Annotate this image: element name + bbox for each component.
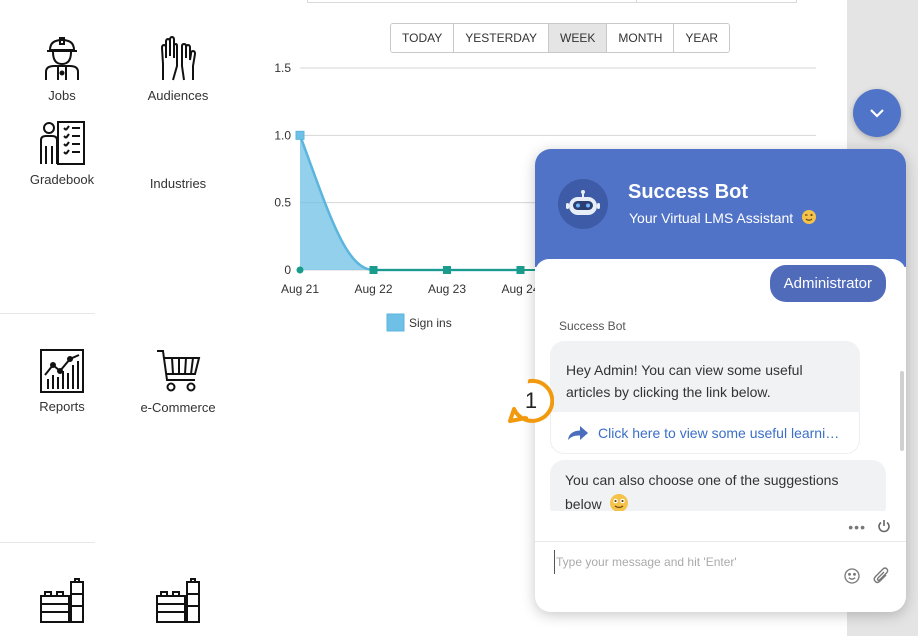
emoji-picker-icon[interactable] <box>844 568 860 584</box>
divider <box>0 313 95 314</box>
top-search-box <box>307 0 797 3</box>
bot-message-text: You can also choose one of the suggestio… <box>565 472 839 511</box>
legend-label: Sign ins <box>409 316 452 330</box>
audiences-tile[interactable]: Audiences <box>128 36 228 103</box>
bot-message-text: Hey Admin! You can view some useful arti… <box>566 362 803 400</box>
buildings-tile[interactable] <box>128 578 228 630</box>
attachment-icon[interactable] <box>873 567 889 585</box>
gradebook-tile[interactable]: Gradebook <box>12 120 112 187</box>
buildings-icon <box>40 578 84 623</box>
chat-tools: ••• <box>535 511 906 541</box>
industries-label: Industries <box>149 176 207 191</box>
jobs-tile[interactable]: Jobs <box>12 36 112 103</box>
y-tick-label: 0.5 <box>274 196 291 210</box>
range-today-button[interactable]: TODAY <box>391 24 455 52</box>
chat-messages: Administrator Success Bot Hey Admin! You… <box>535 259 906 511</box>
ecommerce-tile[interactable]: e-Commerce <box>128 348 228 415</box>
shopping-cart-icon <box>157 350 201 392</box>
divider <box>0 542 95 543</box>
data-point <box>443 266 451 274</box>
bot-message-card: Hey Admin! You can view some useful arti… <box>550 341 860 454</box>
chat-widget: Success Bot Your Virtual LMS Assistant A… <box>535 149 906 612</box>
legend-swatch <box>386 313 405 332</box>
buildings-icon <box>156 578 200 623</box>
chat-scrollbar[interactable] <box>900 371 904 451</box>
reports-label: Reports <box>39 399 85 414</box>
reports-tile[interactable]: Reports <box>12 349 112 414</box>
step-marker-number: 1 <box>525 388 537 413</box>
buildings-tile[interactable] <box>12 578 112 630</box>
chat-input-area <box>535 541 906 612</box>
x-tick-label: Aug 21 <box>281 282 319 296</box>
step-marker: 1 <box>508 378 554 423</box>
gradebook-label: Gradebook <box>29 172 95 187</box>
data-point <box>296 266 304 274</box>
bot-sender-label: Success Bot <box>559 319 626 333</box>
data-point <box>295 130 305 140</box>
range-yesterday-button[interactable]: YESTERDAY <box>454 24 550 52</box>
bot-subtitle: Your Virtual LMS Assistant <box>629 209 817 226</box>
y-tick-label: 1.0 <box>274 128 291 142</box>
jobs-label: Jobs <box>48 88 76 103</box>
articles-link[interactable]: Click here to view some useful learning … <box>550 412 860 454</box>
share-arrow-icon <box>568 425 588 440</box>
data-point <box>369 266 378 274</box>
chat-header: Success Bot Your Virtual LMS Assistant <box>535 149 906 267</box>
y-tick-label: 1.5 <box>274 61 291 75</box>
gradebook-icon <box>40 121 85 165</box>
data-point <box>516 266 525 274</box>
x-tick-label: Aug 22 <box>354 282 392 296</box>
worker-icon <box>45 37 79 80</box>
industries-tile[interactable]: Industries <box>128 176 228 191</box>
range-year-button[interactable]: YEAR <box>674 24 730 52</box>
chat-collapse-button[interactable] <box>853 89 901 137</box>
message-input[interactable] <box>554 550 824 574</box>
power-icon[interactable] <box>877 519 891 533</box>
happy-emoji-icon <box>610 494 629 511</box>
chevron-down-icon <box>870 109 884 118</box>
range-week-button[interactable]: WEEK <box>549 24 608 52</box>
range-month-button[interactable]: MONTH <box>607 24 675 52</box>
ecommerce-label: e-Commerce <box>140 400 216 415</box>
user-message-bubble: Administrator <box>769 265 886 302</box>
more-options-button[interactable]: ••• <box>848 519 866 535</box>
bot-subtitle-text: Your Virtual LMS Assistant <box>629 210 794 226</box>
robot-icon <box>566 190 600 215</box>
bot-avatar <box>558 179 608 229</box>
articles-link-text: Click here to view some useful learning … <box>598 424 843 441</box>
raised-hands-icon <box>160 36 197 81</box>
x-tick-label: Aug 23 <box>428 282 466 296</box>
y-tick-label: 0 <box>284 263 291 277</box>
bot-message-card: You can also choose one of the suggestio… <box>550 460 886 511</box>
audiences-label: Audiences <box>147 88 209 103</box>
chart-report-icon <box>40 349 84 393</box>
wink-emoji-icon <box>802 210 817 224</box>
bot-title: Success Bot <box>628 181 749 203</box>
date-range-toggle: TODAY YESTERDAY WEEK MONTH YEAR <box>390 23 731 53</box>
